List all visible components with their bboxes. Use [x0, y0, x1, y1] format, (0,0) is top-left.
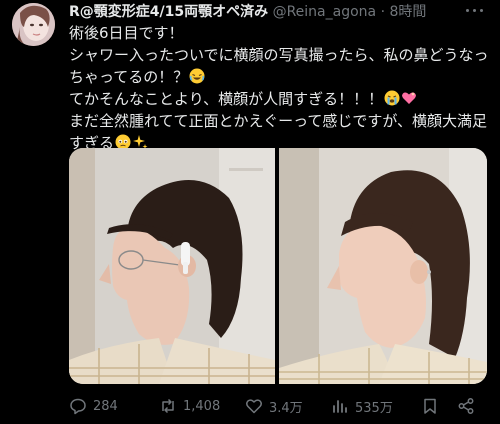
loudly-crying-emoji [384, 90, 400, 106]
bookmark-button[interactable] [421, 394, 439, 418]
tweet: R@顎変形症4/15両顎オペ済み @Reina_agona · 8時間 術後6日… [0, 0, 500, 424]
action-bar: 284 1,408 3.4万 535万 [69, 394, 489, 418]
views-icon [333, 400, 347, 413]
side-profile-photo-left[interactable] [69, 148, 275, 384]
share-icon [458, 398, 474, 414]
tweet-header: R@顎変形症4/15両顎オペ済み @Reina_agona · 8時間 [69, 3, 426, 21]
bookmark-icon [424, 398, 436, 414]
display-name[interactable]: R@顎変形症4/15両顎オペ済み [69, 4, 268, 20]
media-grid [69, 148, 487, 384]
side-profile-photo-right[interactable] [279, 148, 487, 384]
rolling-on-floor-laughing-emoji [189, 68, 205, 84]
more-options-icon[interactable] [464, 4, 486, 18]
reply-button[interactable]: 284 [69, 394, 118, 418]
text-line: 術後6日目です！ [69, 24, 184, 42]
text-line: ちゃってるの！？ [69, 66, 489, 88]
reply-icon [70, 398, 86, 415]
view-count: 535万 [355, 400, 393, 416]
post-time[interactable]: 8時間 [389, 4, 426, 20]
repost-count: 1,408 [183, 398, 221, 414]
share-button[interactable] [457, 394, 475, 418]
text-line: まだ全然腫れてて正面とかえぐーって感じですが、横顔大満足 [69, 112, 488, 130]
separator-dot: · [380, 4, 386, 20]
repost-button[interactable]: 1,408 [159, 394, 220, 418]
like-count: 3.4万 [269, 400, 303, 416]
sparkling-heart-emoji [402, 92, 416, 104]
views-button[interactable]: 535万 [331, 394, 393, 418]
like-button[interactable]: 3.4万 [245, 394, 303, 418]
heart-icon [246, 399, 262, 414]
tweet-text: 術後6日目です！ シャワー入ったついでに横顔の写真撮ったら、私の鼻どうなっ ちゃ… [69, 22, 489, 154]
text-line: シャワー入ったついでに横顔の写真撮ったら、私の鼻どうなっ [69, 46, 489, 64]
reply-count: 284 [93, 398, 118, 414]
avatar[interactable] [12, 3, 55, 46]
repost-icon [162, 398, 174, 414]
user-handle[interactable]: @Reina_agona [273, 4, 377, 20]
text-line: てかそんなことより、横顔が人間すぎる！！！ [69, 88, 489, 110]
